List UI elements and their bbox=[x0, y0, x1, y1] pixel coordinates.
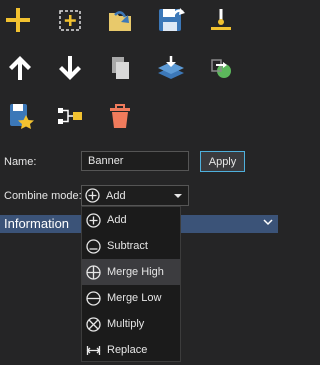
subtract-mode-icon bbox=[86, 238, 101, 254]
delete-icon[interactable] bbox=[104, 100, 136, 132]
add-selection-icon[interactable] bbox=[54, 4, 86, 36]
connect-icon[interactable] bbox=[54, 100, 86, 132]
option-merge-low[interactable]: Merge Low bbox=[82, 285, 180, 311]
option-label: Multiply bbox=[107, 318, 145, 330]
name-label: Name: bbox=[4, 156, 37, 168]
option-merge-high[interactable]: Merge High bbox=[82, 259, 180, 285]
option-label: Replace bbox=[107, 344, 148, 356]
option-multiply[interactable]: Multiply bbox=[82, 311, 180, 337]
name-input[interactable] bbox=[81, 151, 189, 171]
add-icon[interactable] bbox=[2, 4, 34, 36]
add-mode-icon bbox=[85, 188, 100, 203]
anchor-tool-icon[interactable] bbox=[205, 4, 237, 36]
option-replace[interactable]: Replace bbox=[82, 337, 180, 363]
option-label: Subtract bbox=[107, 240, 148, 252]
duplicate-icon[interactable] bbox=[104, 52, 136, 84]
option-add[interactable]: Add bbox=[82, 207, 180, 233]
apply-button[interactable]: Apply bbox=[200, 151, 245, 172]
option-label: Merge Low bbox=[107, 292, 162, 304]
merge-low-icon bbox=[86, 290, 101, 306]
chevron-down-icon bbox=[263, 219, 273, 226]
add-mode-icon bbox=[86, 212, 101, 228]
multiply-mode-icon bbox=[86, 316, 101, 332]
combine-mode-select[interactable]: Add bbox=[81, 185, 189, 206]
favorite-icon[interactable] bbox=[5, 100, 37, 132]
save-as-icon[interactable] bbox=[155, 4, 187, 36]
flatten-layers-icon[interactable] bbox=[155, 52, 187, 84]
replace-mode-icon bbox=[86, 345, 101, 355]
chevron-down-icon bbox=[174, 194, 182, 198]
import-folder-icon[interactable] bbox=[104, 4, 136, 36]
merge-high-icon bbox=[86, 264, 101, 280]
option-subtract[interactable]: Subtract bbox=[82, 233, 180, 259]
combine-mode-dropdown: Add Subtract Merge High Merge Low Multip… bbox=[81, 206, 181, 362]
combine-mode-label: Combine mode: bbox=[4, 190, 82, 202]
combine-mode-value: Add bbox=[106, 189, 126, 202]
move-up-icon[interactable] bbox=[4, 52, 36, 84]
option-label: Add bbox=[107, 214, 127, 226]
information-title: Information bbox=[4, 216, 70, 231]
move-down-icon[interactable] bbox=[54, 52, 86, 84]
option-label: Merge High bbox=[107, 266, 164, 278]
export-to-layer-icon[interactable] bbox=[205, 52, 237, 84]
